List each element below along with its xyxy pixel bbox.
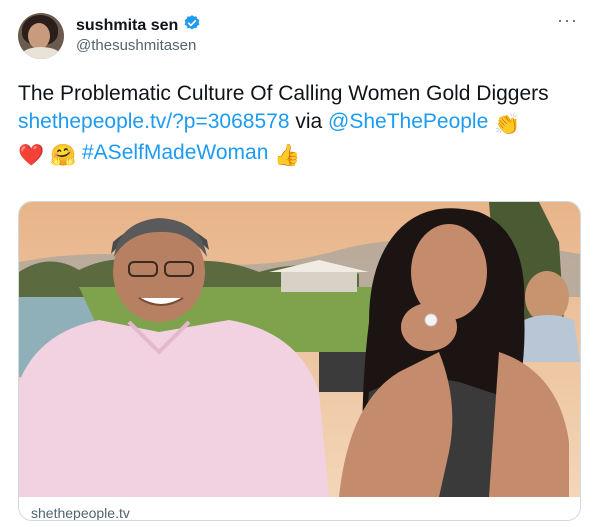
hashtag-link[interactable]: #ASelfMadeWoman [82, 141, 268, 164]
avatar[interactable] [18, 13, 64, 59]
thumbs-up-icon: 👍 [274, 144, 301, 167]
tweet-text: The Problematic Culture Of Calling Women… [18, 80, 578, 170]
tweet: sushmita sen @thesushmitasen ··· The Pro… [0, 0, 600, 527]
tweet-title: The Problematic Culture Of Calling Women… [18, 82, 549, 105]
handle[interactable]: @thesushmitasen [76, 37, 196, 54]
more-options-icon[interactable]: ··· [557, 10, 578, 31]
photo-couple-image[interactable] [19, 202, 580, 497]
clapping-hands-icon: 👏 [494, 113, 521, 136]
red-heart-icon: ❤️ [18, 144, 45, 167]
mention-link[interactable]: @SheThePeople [328, 110, 488, 133]
via-text: via [289, 110, 329, 133]
display-name[interactable]: sushmita sen [76, 17, 178, 35]
verified-badge-icon [183, 14, 201, 37]
link-preview-card[interactable]: shethepeople.tv [18, 201, 581, 521]
article-link[interactable]: shethepeople.tv/?p=3068578 [18, 110, 290, 133]
hugging-face-icon: 🤗 [50, 144, 77, 167]
card-domain[interactable]: shethepeople.tv [31, 505, 130, 520]
author-name-row[interactable]: sushmita sen [76, 14, 201, 37]
